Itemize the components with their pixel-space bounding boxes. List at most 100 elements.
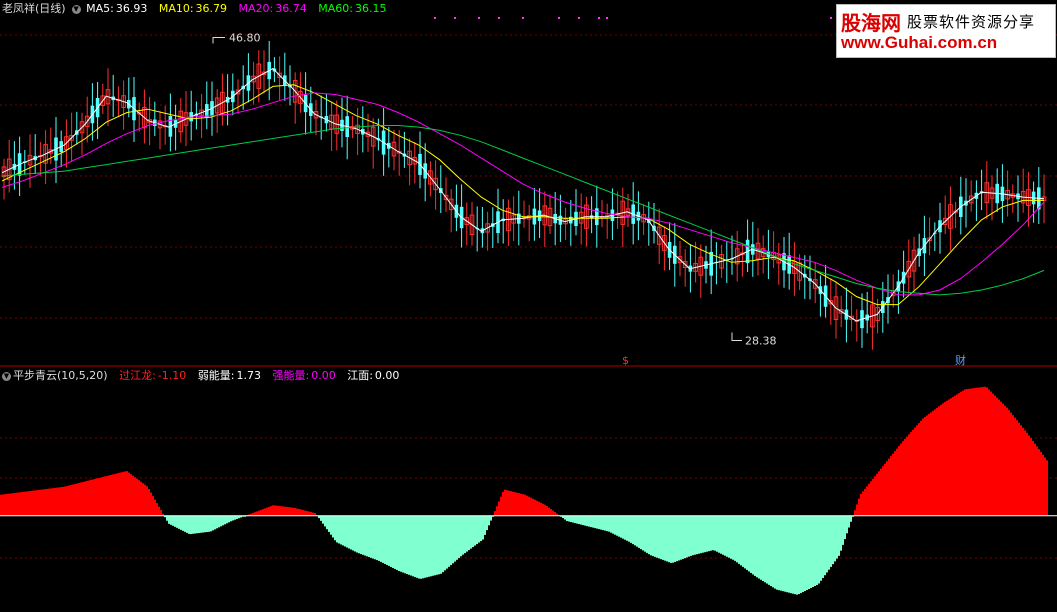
indicator-bar [494,511,496,516]
indicator-bar [970,388,972,516]
indicator-bar [954,395,956,516]
indicator-bar [688,515,690,557]
indicator-bar [526,495,528,516]
indicator-bar [154,499,156,516]
indicator-bar [914,427,916,516]
ma10-value: 36.79 [195,2,228,15]
indicator-bar [144,484,146,516]
indicator-bar [716,515,718,552]
indicator-bar [584,515,586,526]
indicator-bar [1022,427,1024,516]
indicator-bar [226,515,228,524]
indicator-bar [734,515,736,561]
ma20-value: 36.74 [275,2,307,15]
indicator-bar [634,515,636,546]
indicator-bar [846,515,848,534]
indicator-bar [302,510,304,516]
indicator-bar [224,515,226,525]
indicator-bar [926,415,928,516]
top-dot-marker [522,17,524,19]
indicator-bar [1006,407,1008,516]
indicator-bar [28,491,30,516]
indicator-bar [1046,460,1048,516]
event-marker-dollar: $ [622,354,629,367]
panel-settings-icon[interactable]: ▼ [71,4,81,14]
indicator-bar [740,515,742,566]
low-price-label: 28.38 [745,334,777,347]
indicator-bar [936,407,938,516]
indicator-bar [602,515,604,531]
indicator-bar [686,515,688,558]
indicator-bar [1016,420,1018,516]
indicator-bar [854,510,856,516]
indicator-bar [180,515,182,530]
indicator-bar [794,515,796,595]
indicator-bar [148,489,150,516]
indicator-bar [934,409,936,516]
indicator-bar [736,515,738,563]
indicator-bar [618,515,620,537]
indicator-bar [692,515,694,556]
indicator-legend: ▼ 平步青云(10,5,20) 过江龙: -1.10 弱能量: 1.73 强能量: 0.… [2,369,401,383]
indicator-bar [106,475,108,516]
indicator-bar [458,515,460,559]
indicator-bar [120,472,122,516]
indicator-bar [128,472,130,516]
indicator-bar [966,389,968,516]
indicator-bar [138,480,140,516]
indicator-bar [536,500,538,516]
indicator-bar [146,486,148,516]
indicator-bar [964,389,966,516]
indicator-bar [976,387,978,516]
indicator-bar [432,515,434,576]
indicator-bar [632,515,634,545]
indicator-bar [762,515,764,582]
indicator-bar [168,515,170,524]
indicator-bar [864,488,866,516]
indicator-bar [10,493,12,516]
indicator-bar [850,515,852,522]
indicator-bar [418,515,420,579]
indicator-bar [956,394,958,516]
indicator-bar [184,515,186,532]
stock-chart[interactable]: 46.80 28.38 $ 财 [0,0,1057,612]
indicator-bar [340,515,342,545]
indicator-bar [444,515,446,571]
indicator-bar [894,451,896,516]
indicator-bar [972,388,974,516]
indicator-bar [1012,415,1014,516]
indicator-bar [400,515,402,572]
indicator-bar [704,515,706,553]
indicator-bar [132,475,134,516]
indicator-bar [308,511,310,516]
indicator-bar [982,387,984,516]
indicator-bar [474,515,476,546]
indicator-settings-icon[interactable]: ▼ [2,371,11,381]
indicator-bar [772,515,774,588]
indicator-bar [1026,432,1028,516]
indicator-bar [642,515,644,551]
indicator-bar [752,515,754,575]
indicator-bar [702,515,704,553]
top-dot-marker [598,17,600,19]
indicator-bar [404,515,406,574]
indicator-bar [342,515,344,546]
indicator-bar [876,473,878,516]
indicator-bar [644,515,646,552]
indicator-bar [672,515,674,563]
indicator-bar [994,395,996,516]
indicator-bar [464,515,466,554]
indicator-bar [210,515,212,532]
low-marker-line [731,332,742,341]
indicator-bar [878,471,880,516]
indicator-bar [590,515,592,528]
indicator-bar [6,493,8,516]
indicator-bar [700,515,702,554]
indicator-bar [580,515,582,525]
indicator-bar [290,507,292,516]
ma-line-ma10 [1,84,1044,306]
indicator-bar [174,515,176,527]
indicator-bar [1014,417,1016,516]
top-dot-marker [558,17,560,19]
ma60-value: 36.15 [354,2,387,15]
